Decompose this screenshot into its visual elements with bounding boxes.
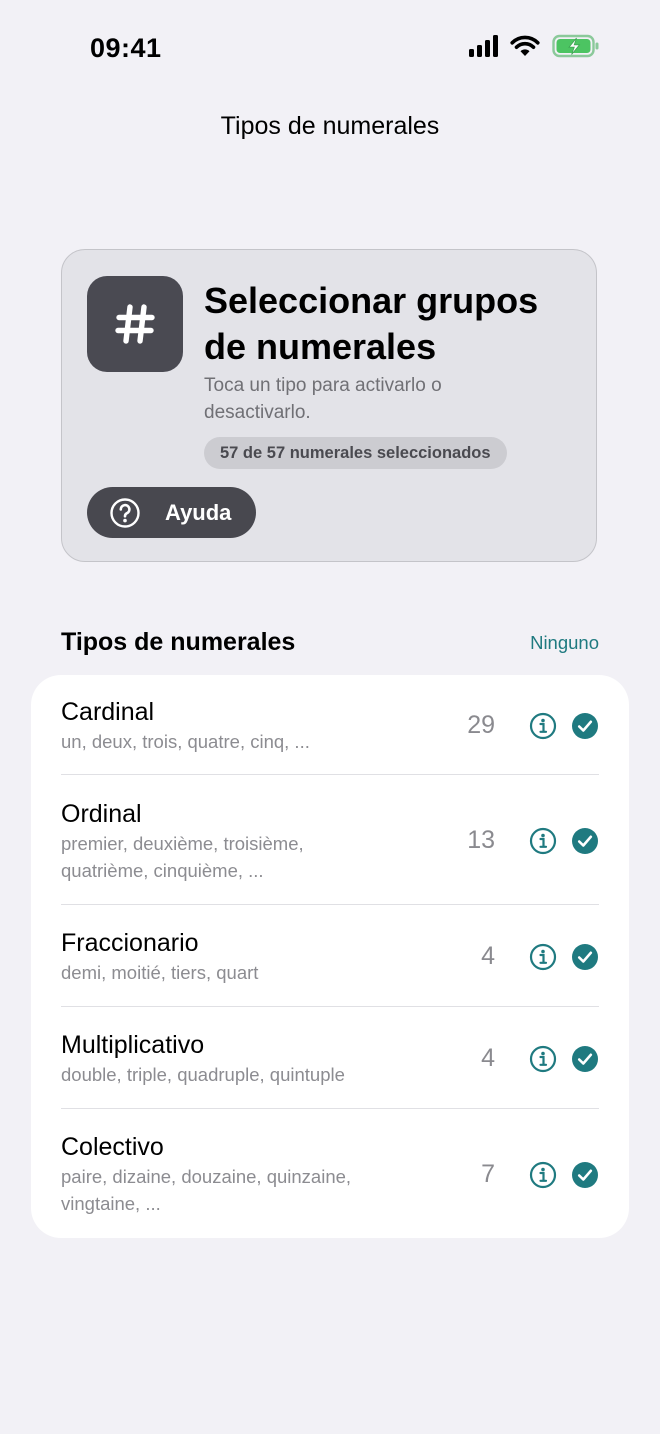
item-examples: double, triple, quadruple, quintuple	[61, 1064, 345, 1085]
item-title: Multiplicativo	[61, 1031, 205, 1059]
checkmark-circle-icon[interactable]	[571, 1045, 599, 1073]
item-title: Cardinal	[61, 698, 155, 726]
card-title: Seleccionar grupos de numerales	[204, 280, 539, 367]
list-item-fraccionario[interactable]: Fraccionario demi, moitié, tiers, quart …	[31, 905, 629, 1007]
status-bar: 09:41	[0, 0, 660, 96]
selection-count-badge: 57 de 57 numerales seleccionados	[204, 437, 507, 469]
wifi-icon	[510, 35, 540, 56]
info-icon[interactable]	[529, 1161, 557, 1189]
checkmark-circle-icon[interactable]	[571, 827, 599, 855]
item-examples: demi, moitié, tiers, quart	[61, 962, 259, 983]
item-count: 4	[481, 1044, 495, 1072]
cellular-signal-icon	[469, 35, 498, 57]
numeral-types-list: Cardinal un, deux, trois, quatre, cinq, …	[31, 675, 629, 1238]
checkmark-circle-icon[interactable]	[571, 712, 599, 740]
list-item-multiplicativo[interactable]: Multiplicativo double, triple, quadruple…	[31, 1007, 629, 1109]
section-title: Tipos de numerales	[61, 628, 296, 656]
item-count: 13	[467, 826, 495, 854]
page-title: Tipos de numerales	[220, 112, 440, 140]
item-examples: premier, deuxième, troisième, quatrième,…	[61, 833, 304, 881]
battery-charging-icon	[552, 34, 599, 58]
info-icon[interactable]	[529, 943, 557, 971]
list-item-cardinal[interactable]: Cardinal un, deux, trois, quatre, cinq, …	[31, 675, 629, 775]
item-title: Fraccionario	[61, 929, 199, 957]
hash-icon	[87, 276, 183, 372]
item-count: 4	[481, 942, 495, 970]
status-time: 09:41	[90, 33, 162, 63]
item-examples: un, deux, trois, quatre, cinq, ...	[61, 731, 310, 752]
status-icons	[469, 34, 600, 58]
info-icon[interactable]	[529, 1045, 557, 1073]
card-description: Toca un tipo para activarlo o desactivar…	[204, 375, 442, 423]
help-button[interactable]: Ayuda	[87, 487, 256, 538]
list-item-ordinal[interactable]: Ordinal premier, deuxième, troisième, qu…	[31, 775, 629, 905]
checkmark-circle-icon[interactable]	[571, 943, 599, 971]
item-title: Colectivo	[61, 1133, 164, 1161]
list-item-colectivo[interactable]: Colectivo paire, dizaine, douzaine, quin…	[31, 1109, 629, 1238]
item-title: Ordinal	[61, 800, 142, 828]
select-none-button[interactable]: Ninguno	[530, 632, 599, 654]
item-count: 7	[481, 1160, 495, 1188]
info-icon[interactable]	[529, 827, 557, 855]
item-examples: paire, dizaine, douzaine, quinzaine, vin…	[61, 1166, 352, 1214]
info-icon[interactable]	[529, 712, 557, 740]
question-circle-icon	[110, 497, 140, 528]
info-card: Seleccionar grupos de numerales Toca un …	[61, 249, 597, 562]
item-count: 29	[467, 711, 495, 739]
help-label: Ayuda	[165, 499, 232, 525]
checkmark-circle-icon[interactable]	[571, 1161, 599, 1189]
